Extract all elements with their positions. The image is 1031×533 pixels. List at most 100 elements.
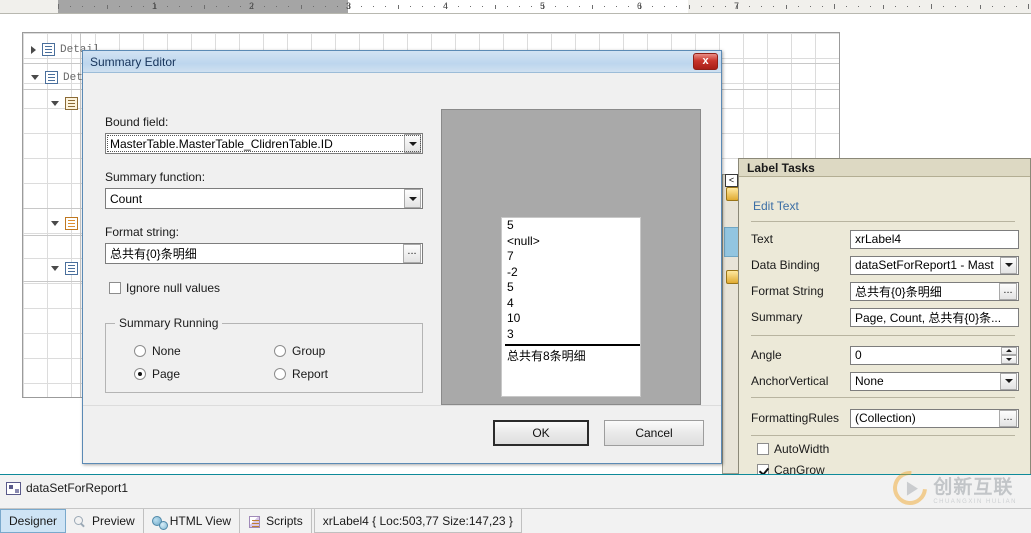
chevron-down-icon[interactable] <box>51 221 59 226</box>
close-icon[interactable]: x <box>693 53 718 70</box>
property-value: 0 <box>855 348 862 362</box>
checkbox-label: AutoWidth <box>774 442 830 456</box>
property-field[interactable]: 总共有{0}条明细... <box>850 281 1019 301</box>
toolbox-collapse-icon[interactable]: < <box>725 174 738 187</box>
ruler-number: 5 <box>540 1 546 11</box>
ok-button[interactable]: OK <box>493 420 589 446</box>
summary-editor-dialog[interactable]: Summary Editor x Bound field: MasterTabl… <box>82 50 722 464</box>
property-name: Data Binding <box>751 258 820 272</box>
summary-function-value: Count <box>110 191 143 206</box>
radio-circle <box>134 368 146 380</box>
tab-preview[interactable]: Preview <box>66 509 144 533</box>
ruler-ticks: 1 2 3 4 5 6 7 <box>0 0 1031 13</box>
chevron-down-icon[interactable] <box>404 189 421 208</box>
preview-line: 5 <box>507 218 514 232</box>
radio-circle <box>274 368 286 380</box>
dataset-item[interactable]: dataSetForReport1 <box>6 481 128 495</box>
property-name: Format String <box>751 284 824 298</box>
ignore-null-values-checkbox[interactable]: Ignore null values <box>109 281 220 295</box>
dataset-tray[interactable]: dataSetForReport1 <box>0 474 1031 508</box>
tab-designer[interactable]: Designer <box>0 509 67 533</box>
format-string-value: 总共有{0}条明细 <box>110 247 197 261</box>
radio-circle <box>274 345 286 357</box>
property-row-summary[interactable]: Summary Page, Count, 总共有{0}条... <box>751 307 1019 327</box>
property-value: (Collection) <box>855 411 916 425</box>
tab-scripts[interactable]: Scripts <box>240 509 312 533</box>
radio-report[interactable]: Report <box>274 367 328 381</box>
dialog-body: Bound field: MasterTable.MasterTable_Cli… <box>83 73 721 441</box>
property-field[interactable]: None <box>850 371 1019 391</box>
tasks-divider <box>751 335 1015 336</box>
preview-summary-text: 总共有8条明细 <box>507 349 586 363</box>
property-field[interactable]: Page, Count, 总共有{0}条... <box>850 307 1019 327</box>
property-name: Text <box>751 232 774 246</box>
property-row-angle[interactable]: Angle 0 <box>751 345 1019 365</box>
property-row-text[interactable]: Text xrLabel4 <box>751 229 1019 249</box>
radio-page[interactable]: Page <box>134 367 180 381</box>
radio-report-label: Report <box>292 367 329 381</box>
property-row-data-binding[interactable]: Data Binding dataSetForReport1 - Mast <box>751 255 1019 275</box>
checkbox-autowidth[interactable]: AutoWidth <box>757 442 829 456</box>
checkbox-box <box>109 282 121 294</box>
radio-group[interactable]: Group <box>274 344 325 358</box>
radio-group-label: Group <box>292 344 326 358</box>
preview-line: <null> <box>507 233 540 248</box>
dialog-title-bar[interactable]: Summary Editor x <box>83 51 721 73</box>
report-band-icon <box>65 262 78 275</box>
preview-page: 5 <null> 7 -2 5 4 10 3 总共有8条明细 <box>501 217 641 397</box>
radio-none[interactable]: None <box>134 344 181 358</box>
preview-line: 3 <box>507 326 514 341</box>
summary-function-combo[interactable]: Count <box>105 188 423 209</box>
view-tab-bar[interactable]: Designer Preview HTML View Scripts xrLab… <box>0 508 1031 533</box>
edit-text-link[interactable]: Edit Text <box>753 199 799 213</box>
chevron-right-icon[interactable] <box>31 45 36 54</box>
chevron-down-icon[interactable] <box>404 134 421 153</box>
property-field[interactable]: (Collection)... <box>850 408 1019 428</box>
ruler-number: 6 <box>637 1 643 11</box>
preview-line: 4 <box>507 295 514 310</box>
orange-band-icon <box>65 217 78 230</box>
bound-field-combo[interactable]: MasterTable.MasterTable_ClidrenTable.ID <box>105 133 423 154</box>
property-name: AnchorVertical <box>751 374 829 388</box>
tab-designer-label: Designer <box>9 514 58 528</box>
property-row-format-string[interactable]: Format String 总共有{0}条明细... <box>751 281 1019 301</box>
tab-preview-label: Preview <box>92 514 135 528</box>
property-row-formattingrules[interactable]: FormattingRules (Collection)... <box>751 408 1019 428</box>
checkbox-box <box>757 443 769 455</box>
dialog-title: Summary Editor <box>90 54 177 69</box>
preview-line: 5 <box>507 280 514 294</box>
summary-preview-pane: 5 <null> 7 -2 5 4 10 3 总共有8条明细 <box>441 109 701 405</box>
property-field[interactable]: 0 <box>850 345 1019 365</box>
tab-html-view[interactable]: HTML View <box>144 509 241 533</box>
chevron-down-icon[interactable] <box>51 266 59 271</box>
format-string-ellipsis-button[interactable]: ... <box>403 244 421 263</box>
ellipsis-button[interactable]: ... <box>999 409 1017 427</box>
ellipsis-button[interactable]: ... <box>999 282 1017 300</box>
summary-running-groupbox: Summary Running None Group Page Report <box>105 316 423 393</box>
summary-running-title: Summary Running <box>115 316 223 330</box>
preview-divider-rule <box>505 344 640 346</box>
script-icon <box>248 515 262 528</box>
cancel-button[interactable]: Cancel <box>604 420 704 446</box>
property-value: Page, Count, 总共有{0}条... <box>855 310 1002 325</box>
chevron-down-icon[interactable] <box>1000 372 1017 390</box>
tasks-divider <box>751 435 1015 436</box>
radio-circle <box>134 345 146 357</box>
property-row-anchorvertical[interactable]: AnchorVertical None <box>751 371 1019 391</box>
preview-line: -2 <box>507 264 518 279</box>
ignore-null-values-label: Ignore null values <box>126 281 221 295</box>
spinner-up-icon[interactable] <box>1001 346 1017 355</box>
chevron-down-icon[interactable] <box>31 75 39 80</box>
property-field[interactable]: xrLabel4 <box>850 229 1019 249</box>
horizontal-ruler: 1 2 3 4 5 6 7 <box>0 0 1031 14</box>
chevron-down-icon[interactable] <box>51 101 59 106</box>
spinner-down-icon[interactable] <box>1001 355 1017 364</box>
format-string-input[interactable]: 总共有{0}条明细 ... <box>105 243 423 264</box>
dataset-icon <box>6 481 21 495</box>
property-field[interactable]: dataSetForReport1 - Mast <box>850 255 1019 275</box>
bound-field-value: MasterTable.MasterTable_ClidrenTable.ID <box>110 136 333 151</box>
property-value: None <box>855 374 884 388</box>
preview-lines: 5 <null> 7 -2 5 4 10 3 <box>502 218 640 342</box>
spinner-buttons[interactable] <box>1001 346 1017 364</box>
chevron-down-icon[interactable] <box>1000 256 1017 274</box>
